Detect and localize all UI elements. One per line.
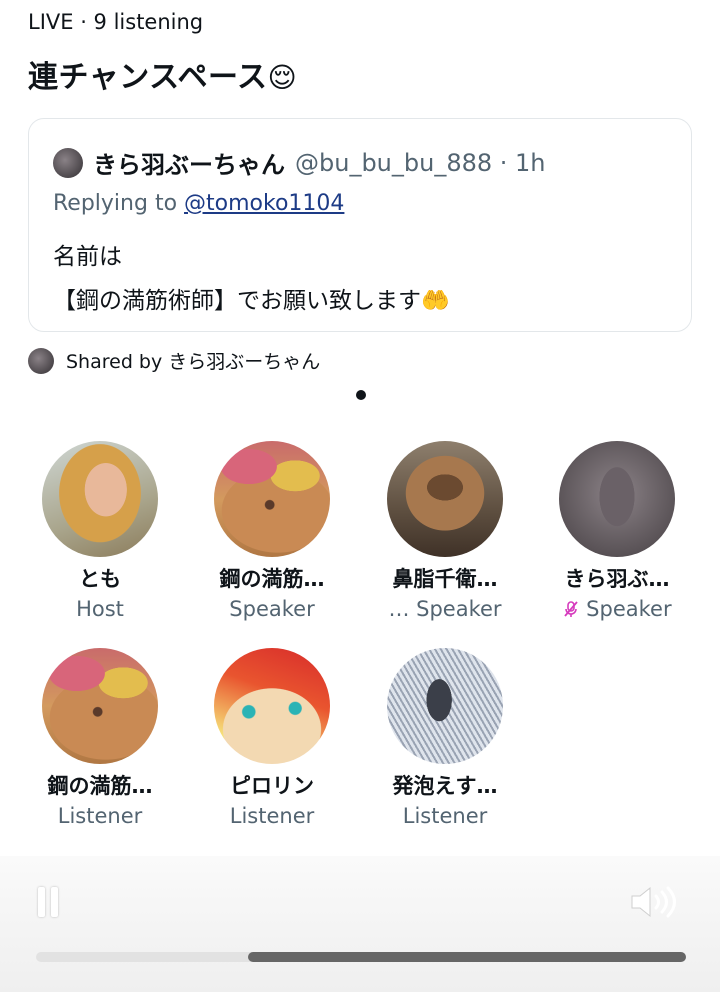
pause-bar-left (38, 887, 45, 917)
participant-speaker[interactable]: きら羽ぶ… Speaker (532, 441, 702, 621)
participant-name: とも (79, 567, 121, 591)
shared-by: Shared by きら羽ぶーちゃん (28, 347, 320, 374)
participant-name: ピロリン (230, 774, 314, 798)
page-indicator-dot (356, 390, 366, 400)
tweet-body: 名前は 【鋼の満筋術師】でお願い致します🤲 (53, 235, 450, 323)
tweet-body-line-1: 名前は (53, 244, 122, 270)
blurred-avatar (559, 441, 675, 557)
pause-bar-right (51, 887, 58, 917)
space-title-text: 連チャンスペース (28, 60, 268, 95)
speaker-volume-icon[interactable] (628, 884, 682, 920)
participant-role: Listener (57, 804, 143, 828)
participant-host[interactable]: とも Host (15, 441, 185, 621)
sketch-avatar (387, 648, 503, 764)
participant-speaker[interactable]: 鋼の満筋… Speaker (187, 441, 357, 621)
participant-role: Speaker (229, 597, 315, 621)
alf-avatar (387, 441, 503, 557)
cartoon-avatar (42, 648, 158, 764)
live-status: LIVE · 9 listening (28, 10, 204, 34)
participant-listener[interactable]: 鋼の満筋… Listener (15, 648, 185, 828)
participant-name: 発泡えす… (392, 774, 498, 798)
cartoon-avatar (214, 441, 330, 557)
playback-progress-fill[interactable] (248, 952, 686, 962)
participant-role: Listener (229, 804, 315, 828)
pause-icon[interactable] (38, 887, 58, 917)
participant-name: 鋼の満筋… (47, 774, 153, 798)
replying-handle-link[interactable]: @tomoko1104 (184, 191, 344, 216)
participant-role: … Speaker (388, 597, 502, 621)
participant-speaker[interactable]: 鼻脂千衛… … Speaker (360, 441, 530, 621)
tweet-handle-time: @bu_bu_bu_888 · 1h (295, 148, 546, 177)
tweet-body-line-2: 【鋼の満筋術師】でお願い致します🤲 (53, 288, 450, 314)
woman-photo-avatar (42, 441, 158, 557)
participant-name: 鼻脂千衛… (392, 567, 498, 591)
playback-bar (0, 856, 720, 992)
pinned-tweet-card[interactable]: きら羽ぶーちゃん @bu_bu_bu_888 · 1h Replying to … (28, 118, 692, 332)
relieved-face-emoji: 😌 (267, 61, 298, 94)
mic-off-icon (562, 600, 586, 621)
tweet-author-avatar[interactable] (53, 147, 83, 178)
participant-listener[interactable]: ピロリン Listener (187, 648, 357, 828)
anime-face-avatar (214, 648, 330, 764)
sharer-avatar (28, 347, 54, 374)
participant-listener[interactable]: 発泡えす… Listener (360, 648, 530, 828)
replying-prefix: Replying to (53, 191, 185, 216)
participant-role: Listener (402, 804, 488, 828)
participant-role: Host (76, 597, 124, 621)
replying-to: Replying to @tomoko1104 (53, 191, 344, 216)
participant-name: きら羽ぶ… (564, 567, 670, 591)
shared-by-text: Shared by きら羽ぶーちゃん (66, 351, 321, 373)
tweet-header: きら羽ぶーちゃん @bu_bu_bu_888 · 1h (53, 145, 546, 180)
participant-role-text: Speaker (586, 597, 672, 621)
participant-name: 鋼の満筋… (219, 567, 325, 591)
tweet-author-name[interactable]: きら羽ぶーちゃん (93, 145, 285, 180)
space-title: 連チャンスペース😌 (28, 52, 297, 96)
participant-role: Speaker (532, 597, 702, 621)
